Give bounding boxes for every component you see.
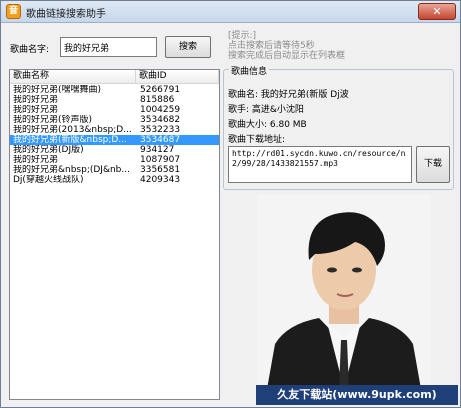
column-header-id[interactable]: 歌曲ID	[136, 70, 219, 84]
app-window: 音 歌曲链接搜索助手 ✕ 歌曲名字: 搜索 [提示:] 点击搜索后请等待5秒 搜…	[0, 0, 461, 408]
title-bar[interactable]: 音 歌曲链接搜索助手 ✕	[1, 1, 460, 23]
list-row[interactable]: 我的好兄弟 815886	[10, 95, 219, 105]
list-row[interactable]: 我的好兄弟(DJ版) 934127	[10, 145, 219, 155]
download-button[interactable]: 下载	[416, 146, 450, 183]
window-title: 歌曲链接搜索助手	[26, 9, 106, 20]
song-name-label: 歌曲名字:	[10, 45, 50, 55]
song-info-title: 歌曲信息	[229, 64, 270, 77]
row-song-id: 3532233	[140, 125, 181, 135]
list-row[interactable]: 我的好兄弟(铃声版) 3534682	[10, 115, 219, 125]
tip-line: 搜索完成后自动显示在列表框	[228, 51, 346, 61]
singer-info: 歌手: 高进&小沈阳	[228, 105, 304, 115]
list-row[interactable]: 我的好兄弟 1004259	[10, 105, 219, 115]
singer-photo-image	[257, 194, 431, 389]
tips-text: [提示:] 点击搜索后请等待5秒 搜索完成后自动显示在列表框	[228, 31, 345, 61]
list-row[interactable]: 我的好兄弟(2013&nbsp;D... 3532233	[10, 125, 219, 135]
list-row[interactable]: Dj(穿越火线战队) 4209343	[10, 175, 219, 185]
tip-line: 点击搜索后请等待5秒	[228, 41, 315, 51]
row-song-id: 3534682	[140, 115, 181, 125]
row-song-name: 我的好兄弟(铃声版)	[13, 115, 93, 125]
close-button[interactable]: ✕	[418, 3, 456, 20]
row-song-id: 815886	[140, 95, 175, 105]
download-url-field[interactable]: http://rd01.sycdn.kuwo.cn/resource/n2/99…	[228, 146, 412, 183]
row-song-name: 我的好兄弟	[13, 105, 59, 115]
row-song-name: 我的好兄弟	[13, 95, 59, 105]
row-song-name: Dj(穿越火线战队)	[13, 175, 84, 185]
download-url-label: 歌曲下载地址:	[228, 135, 286, 145]
row-song-id: 934127	[140, 145, 175, 155]
row-song-name: 我的好兄弟	[13, 155, 59, 165]
song-list[interactable]: 歌曲名称 歌曲ID 我的好兄弟(嘿嘿舞曲) 5266791 我的好兄弟 815886…	[9, 69, 220, 400]
row-song-name: 我的好兄弟(DJ版)	[13, 145, 84, 155]
column-header-name[interactable]: 歌曲名称	[10, 70, 136, 84]
search-button[interactable]: 搜索	[165, 36, 211, 58]
row-song-id: 3356581	[140, 165, 181, 175]
row-song-id: 4209343	[140, 175, 181, 185]
song-name-info: 歌曲名: 我的好兄弟(新版 Dj波	[228, 90, 349, 100]
row-song-id: 3534687	[140, 135, 181, 145]
list-row[interactable]: 我的好兄弟&nbsp;(DJ&nb... 3356581	[10, 165, 219, 175]
singer-photo	[257, 194, 431, 389]
row-song-id: 5266791	[140, 85, 181, 95]
row-song-name: 我的好兄弟(嘿嘿舞曲)	[13, 85, 102, 95]
list-row[interactable]: 我的好兄弟(嘿嘿舞曲) 5266791	[10, 85, 219, 95]
row-song-name: 我的好兄弟(2013&nbsp;D...	[13, 125, 132, 135]
list-row-selected[interactable]: 我的好兄弟(新版&nbsp;D... 3534687	[10, 135, 219, 145]
row-song-id: 1087907	[140, 155, 181, 165]
row-song-name: 我的好兄弟(新版&nbsp;D...	[13, 135, 127, 145]
list-header: 歌曲名称 歌曲ID	[10, 70, 219, 84]
row-song-name: 我的好兄弟&nbsp;(DJ&nb...	[13, 165, 130, 175]
song-name-input[interactable]	[60, 37, 157, 57]
song-size-info: 歌曲大小: 6.80 MB	[228, 120, 307, 130]
row-song-id: 1004259	[140, 105, 181, 115]
tip-line: [提示:]	[228, 31, 257, 41]
site-watermark: 久友下载站(www.9upk.com)	[256, 385, 458, 405]
list-row[interactable]: 我的好兄弟 1087907	[10, 155, 219, 165]
app-icon: 音	[6, 4, 21, 19]
